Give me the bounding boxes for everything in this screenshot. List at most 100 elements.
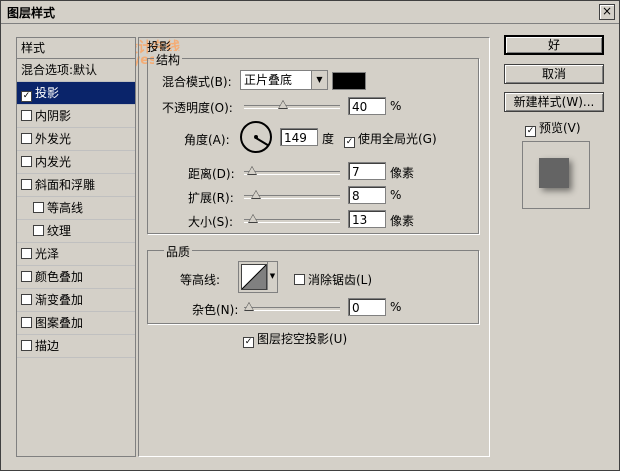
- contour-preview: [241, 264, 267, 290]
- sidebar-item[interactable]: ✓ 投影: [17, 82, 135, 105]
- sidebar-item-checkbox[interactable]: [21, 179, 32, 190]
- knockout-label: 图层挖空投影(U): [257, 332, 348, 346]
- sidebar-item[interactable]: 图案叠加: [17, 312, 135, 335]
- chevron-down-icon: ▼: [311, 71, 327, 89]
- contour-picker[interactable]: ▼: [238, 261, 278, 293]
- sidebar-item[interactable]: 斜面和浮雕: [17, 174, 135, 197]
- styles-list: 样式 混合选项:默认 ✓ 投影 内阴影 外发光 内发光 斜面和浮雕 等高线 纹理 光泽 颜色叠加 渐变…: [16, 37, 136, 457]
- contour-chevron-down-icon: ▼: [267, 262, 277, 290]
- sidebar-item-checkbox[interactable]: ✓: [21, 91, 32, 102]
- sidebar-item-checkbox[interactable]: [21, 317, 32, 328]
- knockout-checkbox[interactable]: ✓ 图层挖空投影(U): [243, 330, 347, 348]
- distance-slider[interactable]: [244, 165, 340, 179]
- sidebar-item-checkbox[interactable]: [21, 248, 32, 259]
- quality-group: 品质 等高线: ▼ 消除锯齿(L) 杂色(N): 0 %: [147, 243, 479, 324]
- sidebar-item[interactable]: 外发光: [17, 128, 135, 151]
- antialias-checkbox-box[interactable]: [294, 274, 305, 285]
- size-slider-thumb[interactable]: [248, 214, 258, 223]
- sidebar-item-checkbox[interactable]: [21, 294, 32, 305]
- preview-label: 预览(V): [539, 121, 581, 135]
- sidebar-item-label: 投影: [35, 86, 60, 100]
- spread-slider[interactable]: [244, 189, 340, 203]
- sidebar-item-label: 内发光: [35, 155, 72, 169]
- styles-list-header: 样式: [17, 38, 135, 59]
- layer-style-dialog: 图层样式 × 天极设计在线 design.yesky 样式 混合选项:默认✓投影…: [0, 0, 620, 471]
- sidebar-item-checkbox[interactable]: [21, 110, 32, 121]
- sidebar-item[interactable]: 内阴影: [17, 105, 135, 128]
- sidebar-item[interactable]: 纹理: [17, 220, 135, 243]
- opacity-input[interactable]: 40: [348, 97, 386, 115]
- global-light-checkbox-box[interactable]: ✓: [344, 137, 355, 148]
- angle-input[interactable]: 149: [280, 128, 318, 146]
- noise-slider-thumb[interactable]: [244, 302, 254, 311]
- sidebar-item-label: 混合选项:默认: [21, 63, 98, 77]
- structure-group: 结构 混合模式(B): 正片叠底 ▼ 不透明度(O): 40 % 角度(A): …: [147, 51, 479, 234]
- global-light-checkbox[interactable]: ✓ 使用全局光(G): [344, 130, 437, 148]
- sidebar-item-label: 渐变叠加: [35, 293, 84, 307]
- sidebar-item-checkbox[interactable]: [33, 202, 44, 213]
- sidebar-item[interactable]: 内发光: [17, 151, 135, 174]
- sidebar-item[interactable]: 渐变叠加: [17, 289, 135, 312]
- sidebar-item-checkbox[interactable]: [21, 156, 32, 167]
- opacity-slider[interactable]: [244, 99, 340, 113]
- preview-checkbox[interactable]: ✓ 预览(V): [525, 119, 581, 137]
- size-unit: 像素: [390, 214, 415, 228]
- sidebar-item[interactable]: 描边: [17, 335, 135, 358]
- knockout-checkbox-box[interactable]: ✓: [243, 337, 254, 348]
- sidebar-item[interactable]: 光泽: [17, 243, 135, 266]
- antialias-checkbox[interactable]: 消除锯齿(L): [294, 271, 372, 288]
- ok-button[interactable]: 好: [504, 35, 604, 55]
- sidebar-item-label: 描边: [35, 339, 60, 353]
- new-style-button[interactable]: 新建样式(W)...: [504, 92, 604, 112]
- close-button[interactable]: ×: [599, 4, 615, 20]
- angle-label: 角度(A):: [184, 133, 230, 147]
- sidebar-item-checkbox[interactable]: [21, 340, 32, 351]
- distance-input[interactable]: 7: [348, 162, 386, 180]
- cancel-button[interactable]: 取消: [504, 64, 604, 84]
- noise-slider[interactable]: [244, 301, 340, 315]
- distance-slider-thumb[interactable]: [247, 166, 257, 175]
- sidebar-item-checkbox[interactable]: [21, 133, 32, 144]
- noise-unit: %: [390, 300, 402, 314]
- opacity-unit: %: [390, 99, 402, 113]
- sidebar-item-label: 颜色叠加: [35, 270, 84, 284]
- sidebar-item-checkbox[interactable]: [33, 225, 44, 236]
- sidebar-item-label: 光泽: [35, 247, 60, 261]
- sidebar-item[interactable]: 等高线: [17, 197, 135, 220]
- sidebar-item[interactable]: 颜色叠加: [17, 266, 135, 289]
- spread-slider-thumb[interactable]: [251, 190, 261, 199]
- quality-title: 品质: [164, 243, 193, 260]
- contour-label: 等高线:: [180, 273, 221, 287]
- distance-label: 距离(D):: [188, 167, 235, 181]
- size-slider[interactable]: [244, 213, 340, 227]
- sidebar-item-checkbox[interactable]: [21, 271, 32, 282]
- style-preview-swatch: [539, 158, 569, 188]
- spread-label: 扩展(R):: [188, 191, 234, 205]
- opacity-slider-track: [244, 105, 340, 109]
- noise-label: 杂色(N):: [192, 303, 239, 317]
- preview-checkbox-box[interactable]: ✓: [525, 126, 536, 137]
- blend-mode-label: 混合模式(B):: [162, 75, 232, 89]
- angle-unit: 度: [322, 132, 335, 146]
- size-input[interactable]: 13: [348, 210, 386, 228]
- structure-title: 结构: [154, 51, 183, 68]
- noise-input[interactable]: 0: [348, 298, 386, 316]
- shadow-color-swatch[interactable]: [332, 72, 366, 90]
- angle-dial[interactable]: [240, 121, 272, 153]
- contour-linear-icon: [242, 265, 266, 289]
- sidebar-item-label: 外发光: [35, 132, 72, 146]
- dialog-title: 图层样式: [7, 6, 56, 20]
- sidebar-item-label: 纹理: [47, 224, 72, 238]
- blend-mode-select[interactable]: 正片叠底 ▼: [240, 70, 328, 90]
- title-bar[interactable]: 图层样式 ×: [1, 1, 619, 24]
- style-preview: [522, 141, 590, 209]
- distance-unit: 像素: [390, 166, 415, 180]
- size-slider-track: [244, 219, 340, 223]
- distance-slider-track: [244, 171, 340, 175]
- opacity-slider-thumb[interactable]: [278, 100, 288, 109]
- angle-dial-center: [254, 135, 258, 139]
- antialias-label: 消除锯齿(L): [308, 273, 373, 287]
- opacity-label: 不透明度(O):: [162, 101, 233, 115]
- sidebar-item[interactable]: 混合选项:默认: [17, 59, 135, 82]
- spread-input[interactable]: 8: [348, 186, 386, 204]
